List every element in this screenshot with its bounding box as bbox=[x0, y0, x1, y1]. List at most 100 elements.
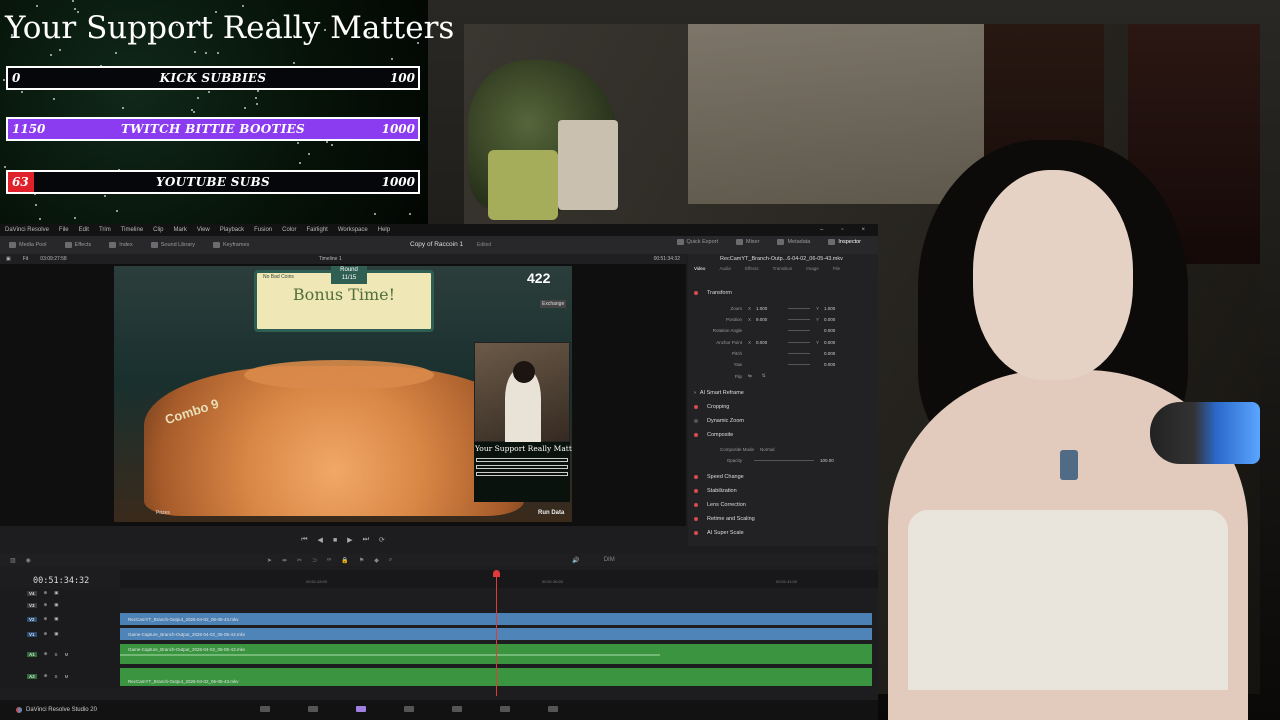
position-x-field[interactable]: 9.000 bbox=[756, 317, 782, 322]
tab-image[interactable]: Image bbox=[806, 266, 819, 271]
tab-video[interactable]: Video bbox=[694, 266, 705, 271]
minimize-icon[interactable]: – bbox=[815, 227, 828, 233]
menu-workspace[interactable]: Workspace bbox=[333, 227, 373, 233]
skip-start-icon[interactable]: ⏮ bbox=[301, 536, 307, 544]
timeline-name[interactable]: Timeline 1 bbox=[313, 256, 348, 262]
section-transform[interactable]: Transform bbox=[694, 290, 872, 296]
rotation-slider[interactable] bbox=[788, 330, 810, 331]
section-ai-smart-reframe[interactable]: › AI Smart Reframe bbox=[694, 390, 872, 396]
solo-icon[interactable]: S bbox=[55, 652, 58, 657]
anchor-y-field[interactable]: 0.000 bbox=[824, 340, 850, 345]
menu-app[interactable]: DaVinci Resolve bbox=[0, 227, 54, 233]
section-composite[interactable]: Composite bbox=[694, 432, 872, 438]
media-pool-button[interactable]: Media Pool bbox=[0, 242, 56, 248]
menu-edit[interactable]: Edit bbox=[74, 227, 94, 233]
pitch-field[interactable]: 0.000 bbox=[824, 351, 850, 356]
layout-icon[interactable]: ▣ bbox=[0, 256, 17, 262]
flip-horizontal-icon[interactable]: ⇆ bbox=[748, 373, 752, 379]
blade-tool-icon[interactable]: ✂ bbox=[297, 557, 302, 564]
lock-icon[interactable]: ⊕ bbox=[44, 590, 48, 596]
yaw-field[interactable]: 0.000 bbox=[824, 362, 850, 367]
enable-dot-icon[interactable] bbox=[694, 475, 698, 479]
section-ai-super-scale[interactable]: AI Super Scale bbox=[694, 530, 872, 536]
opacity-slider[interactable] bbox=[754, 460, 814, 461]
zoom-y-field[interactable]: 1.000 bbox=[824, 306, 850, 311]
sound-library-button[interactable]: Sound Library bbox=[142, 242, 204, 248]
zoom-fit-select[interactable]: Fit bbox=[17, 256, 35, 262]
step-back-icon[interactable]: ◀ bbox=[318, 536, 323, 544]
volume-icon[interactable]: 🔊 bbox=[572, 557, 579, 564]
viewer[interactable]: No Bad Coins Bonus Time! Round 11/15 422… bbox=[0, 264, 686, 526]
eye-icon[interactable]: ▣ bbox=[54, 616, 58, 622]
enable-dot-icon[interactable] bbox=[694, 517, 698, 521]
composite-mode-select[interactable]: Normal bbox=[760, 447, 775, 452]
menu-trim[interactable]: Trim bbox=[94, 227, 116, 233]
track-header-a2[interactable]: A2 ⊕ S M bbox=[0, 673, 120, 679]
menu-help[interactable]: Help bbox=[373, 227, 395, 233]
flag-icon[interactable]: ⚑ bbox=[359, 557, 364, 564]
cut-page-icon[interactable] bbox=[308, 706, 318, 712]
enable-dot-icon[interactable] bbox=[694, 433, 698, 437]
selection-tool-icon[interactable]: ➤ bbox=[267, 557, 272, 564]
eye-icon[interactable]: ▣ bbox=[54, 631, 58, 637]
dim-button[interactable]: DIM bbox=[604, 557, 615, 563]
menu-mark[interactable]: Mark bbox=[169, 227, 192, 233]
lock-icon[interactable]: 🔒 bbox=[341, 557, 348, 564]
metadata-button[interactable]: Metadata bbox=[768, 239, 819, 245]
playhead[interactable] bbox=[493, 570, 500, 696]
menu-file[interactable]: File bbox=[54, 227, 74, 233]
media-page-icon[interactable] bbox=[260, 706, 270, 712]
menu-clip[interactable]: Clip bbox=[148, 227, 168, 233]
zoom-x-field[interactable]: 1.000 bbox=[756, 306, 782, 311]
lock-icon[interactable]: ⊕ bbox=[44, 616, 48, 622]
menu-fusion[interactable]: Fusion bbox=[249, 227, 277, 233]
lock-icon[interactable]: ⊕ bbox=[44, 631, 48, 637]
menu-playback[interactable]: Playback bbox=[215, 227, 249, 233]
solo-icon[interactable]: S bbox=[55, 674, 58, 679]
tab-transition[interactable]: Transition bbox=[773, 266, 793, 271]
menu-timeline[interactable]: Timeline bbox=[116, 227, 148, 233]
section-stabilization[interactable]: Stabilization bbox=[694, 488, 872, 494]
quick-export-button[interactable]: Quick Export bbox=[668, 239, 727, 245]
rotation-field[interactable]: 0.000 bbox=[824, 328, 850, 333]
deliver-page-icon[interactable] bbox=[548, 706, 558, 712]
lock-icon[interactable]: ⊕ bbox=[44, 602, 48, 608]
enable-dot-icon[interactable] bbox=[694, 419, 698, 423]
mixer-button[interactable]: Mixer bbox=[727, 239, 768, 245]
flip-vertical-icon[interactable]: ⇅ bbox=[762, 373, 766, 379]
section-dynamic-zoom[interactable]: Dynamic Zoom bbox=[694, 418, 872, 424]
layout-icon[interactable]: ▥ bbox=[10, 557, 16, 564]
fusion-page-icon[interactable] bbox=[404, 706, 414, 712]
link-icon[interactable] bbox=[788, 308, 810, 309]
fairlight-page-icon[interactable] bbox=[500, 706, 510, 712]
playhead-handle[interactable] bbox=[493, 570, 500, 577]
yaw-slider[interactable] bbox=[788, 364, 810, 365]
tab-audio[interactable]: Audio bbox=[719, 266, 731, 271]
position-y-field[interactable]: 0.000 bbox=[824, 317, 850, 322]
section-lens-correction[interactable]: Lens Correction bbox=[694, 502, 872, 508]
mute-icon[interactable]: M bbox=[65, 652, 69, 657]
marker-icon[interactable]: ◆ bbox=[374, 557, 379, 564]
keyframes-button[interactable]: Keyframes bbox=[204, 242, 258, 248]
enable-dot-icon[interactable] bbox=[694, 405, 698, 409]
tab-file[interactable]: File bbox=[833, 266, 840, 271]
track-header-v3[interactable]: V3 ⊕ ▣ bbox=[0, 602, 120, 608]
lock-icon[interactable]: ⊕ bbox=[44, 651, 48, 657]
color-page-icon[interactable] bbox=[452, 706, 462, 712]
inspector-button[interactable]: Inspector bbox=[819, 239, 870, 245]
play-icon[interactable]: ▶ bbox=[347, 536, 352, 544]
menu-color[interactable]: Color bbox=[277, 227, 301, 233]
snap-icon[interactable]: ⊃ bbox=[312, 557, 317, 564]
zoom-icon[interactable]: ⌕ bbox=[389, 557, 392, 564]
lock-icon[interactable]: ⊕ bbox=[44, 673, 48, 679]
opacity-field[interactable]: 100.00 bbox=[820, 458, 846, 463]
enable-dot-icon[interactable] bbox=[694, 531, 698, 535]
edit-page-icon[interactable] bbox=[356, 706, 366, 712]
track-header-a1[interactable]: A1 ⊕ S M bbox=[0, 651, 120, 657]
mute-icon[interactable]: M bbox=[65, 674, 69, 679]
enable-dot-icon[interactable] bbox=[694, 291, 698, 295]
skip-end-icon[interactable]: ⏭ bbox=[363, 536, 369, 544]
effects-button[interactable]: Effects bbox=[56, 242, 101, 248]
eye-icon[interactable]: ▣ bbox=[54, 590, 58, 596]
track-header-v2[interactable]: V2 ⊕ ▣ bbox=[0, 616, 120, 622]
